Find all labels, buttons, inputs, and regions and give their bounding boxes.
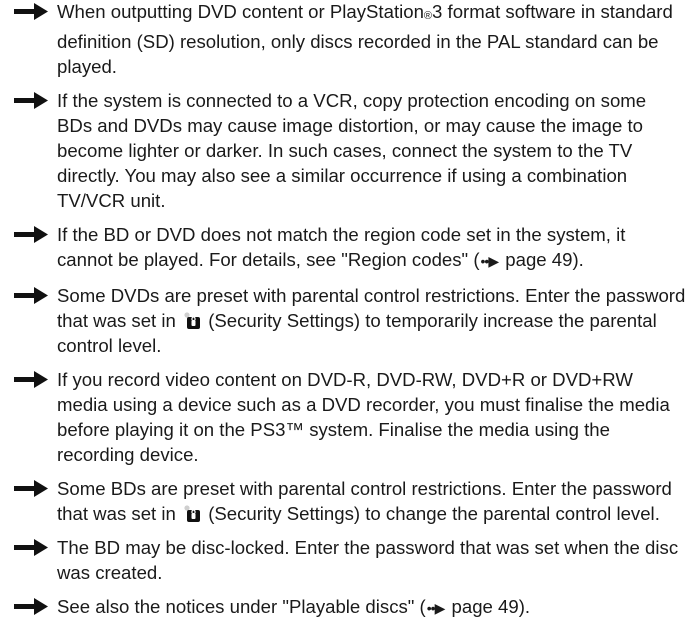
notes-list: When outputting DVD content or PlayStati… [14, 0, 696, 621]
lock-icon [183, 505, 201, 523]
note-text-part: See also the notices under "Playable dis… [57, 596, 426, 617]
note-text-part: page 49). [500, 249, 584, 270]
page-reference-icon: ••▶ [426, 600, 446, 616]
manual-page: When outputting DVD content or PlayStati… [0, 0, 696, 637]
note-item: When outputting DVD content or PlayStati… [14, 0, 696, 79]
lock-icon [183, 312, 201, 330]
right-arrow-icon [14, 539, 48, 556]
note-item: If the system is connected to a VCR, cop… [14, 88, 696, 213]
right-arrow-icon [14, 598, 48, 615]
note-item: Some BDs are preset with parental contro… [14, 476, 696, 526]
note-item: If the BD or DVD does not match the regi… [14, 222, 696, 274]
right-arrow-icon [14, 3, 48, 20]
note-item: Some DVDs are preset with parental contr… [14, 283, 696, 358]
note-text: If the system is connected to a VCR, cop… [57, 90, 647, 211]
note-text-part: When outputting DVD content or PlayStati… [57, 1, 424, 22]
right-arrow-icon [14, 480, 48, 497]
note-item: The BD may be disc-locked. Enter the pas… [14, 535, 696, 585]
note-text-part: (Security Settings) to change the parent… [203, 503, 660, 524]
page-reference-icon: ••▶ [480, 253, 500, 269]
right-arrow-icon [14, 92, 48, 109]
note-text: If you record video content on DVD-R, DV… [57, 369, 670, 465]
right-arrow-icon [14, 287, 48, 304]
note-item: See also the notices under "Playable dis… [14, 594, 696, 621]
note-item: If you record video content on DVD-R, DV… [14, 367, 696, 467]
note-text: The BD may be disc-locked. Enter the pas… [57, 537, 679, 583]
right-arrow-icon [14, 226, 48, 243]
right-arrow-icon [14, 371, 48, 388]
registered-mark: ® [423, 10, 433, 22]
note-text-part: page 49). [446, 596, 531, 617]
